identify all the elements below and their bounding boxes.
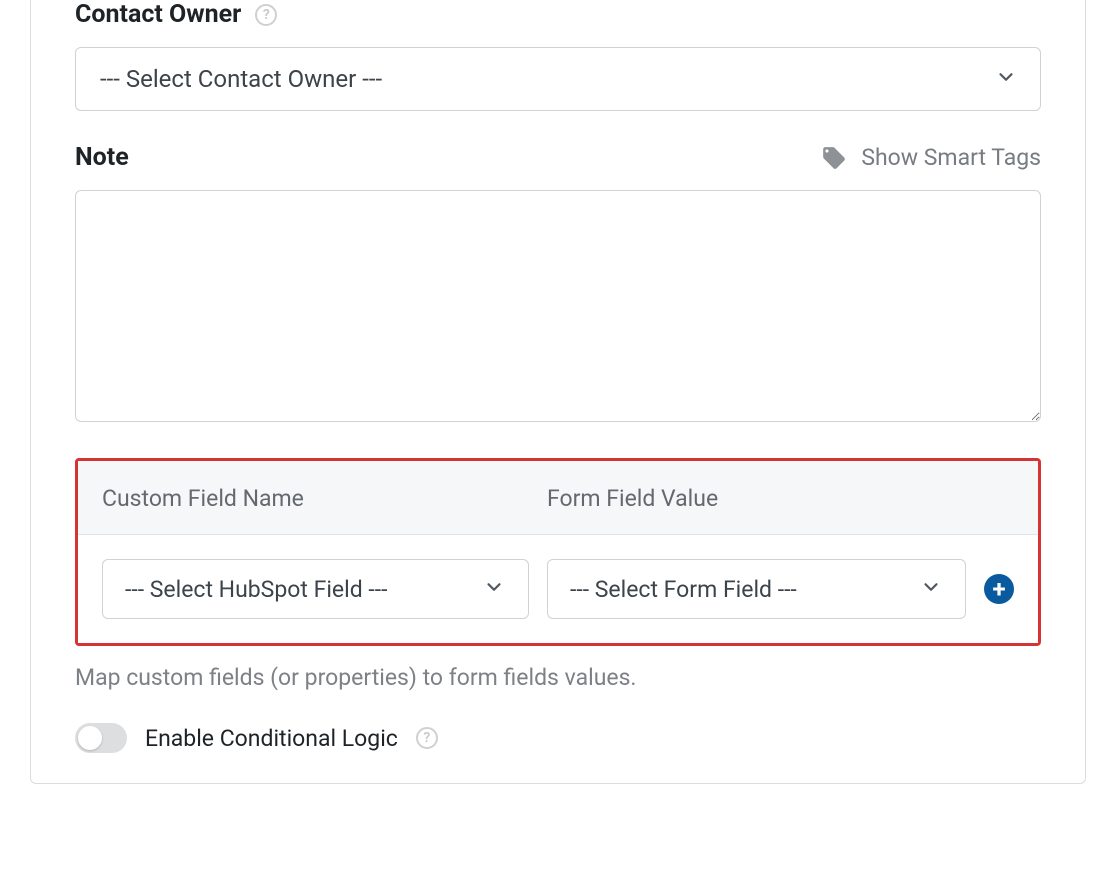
- help-icon[interactable]: ?: [416, 727, 438, 749]
- contact-owner-label: Contact Owner: [75, 0, 241, 29]
- help-icon[interactable]: ?: [255, 4, 277, 26]
- contact-owner-label-left: Contact Owner ?: [75, 0, 277, 29]
- note-label-left: Note: [75, 143, 129, 172]
- custom-fields-mapping: Custom Field Name Form Field Value --- S…: [75, 458, 1041, 646]
- add-row-button[interactable]: [984, 574, 1014, 604]
- contact-owner-select-wrapper: --- Select Contact Owner ---: [75, 47, 1041, 111]
- show-smart-tags-button[interactable]: Show Smart Tags: [821, 144, 1041, 171]
- custom-fields-header: Custom Field Name Form Field Value: [78, 461, 1038, 535]
- toggle-knob: [78, 726, 102, 750]
- form-field-value-header: Form Field Value: [547, 485, 1014, 512]
- contact-owner-label-row: Contact Owner ?: [75, 0, 1041, 29]
- tag-icon: [821, 145, 847, 171]
- form-field-select[interactable]: --- Select Form Field ---: [547, 559, 966, 619]
- note-label: Note: [75, 143, 129, 172]
- conditional-logic-row: Enable Conditional Logic ?: [75, 723, 1041, 753]
- note-textarea[interactable]: [75, 190, 1041, 422]
- conditional-logic-toggle[interactable]: [75, 723, 127, 753]
- custom-fields-helper-text: Map custom fields (or properties) to for…: [75, 664, 1041, 691]
- contact-owner-select[interactable]: --- Select Contact Owner ---: [75, 47, 1041, 111]
- hubspot-field-select[interactable]: --- Select HubSpot Field ---: [102, 559, 529, 619]
- contact-owner-section: Contact Owner ? --- Select Contact Owner…: [75, 0, 1041, 111]
- note-label-row: Note Show Smart Tags: [75, 143, 1041, 172]
- conditional-logic-label: Enable Conditional Logic: [145, 725, 398, 752]
- note-section: Note Show Smart Tags: [75, 143, 1041, 426]
- custom-field-name-header: Custom Field Name: [102, 485, 547, 512]
- settings-panel: Contact Owner ? --- Select Contact Owner…: [30, 0, 1086, 784]
- show-smart-tags-label: Show Smart Tags: [861, 144, 1041, 171]
- custom-fields-row: --- Select HubSpot Field --- --- Select …: [78, 535, 1038, 643]
- hubspot-field-select-wrapper: --- Select HubSpot Field ---: [102, 559, 529, 619]
- form-field-select-wrapper: --- Select Form Field ---: [547, 559, 966, 619]
